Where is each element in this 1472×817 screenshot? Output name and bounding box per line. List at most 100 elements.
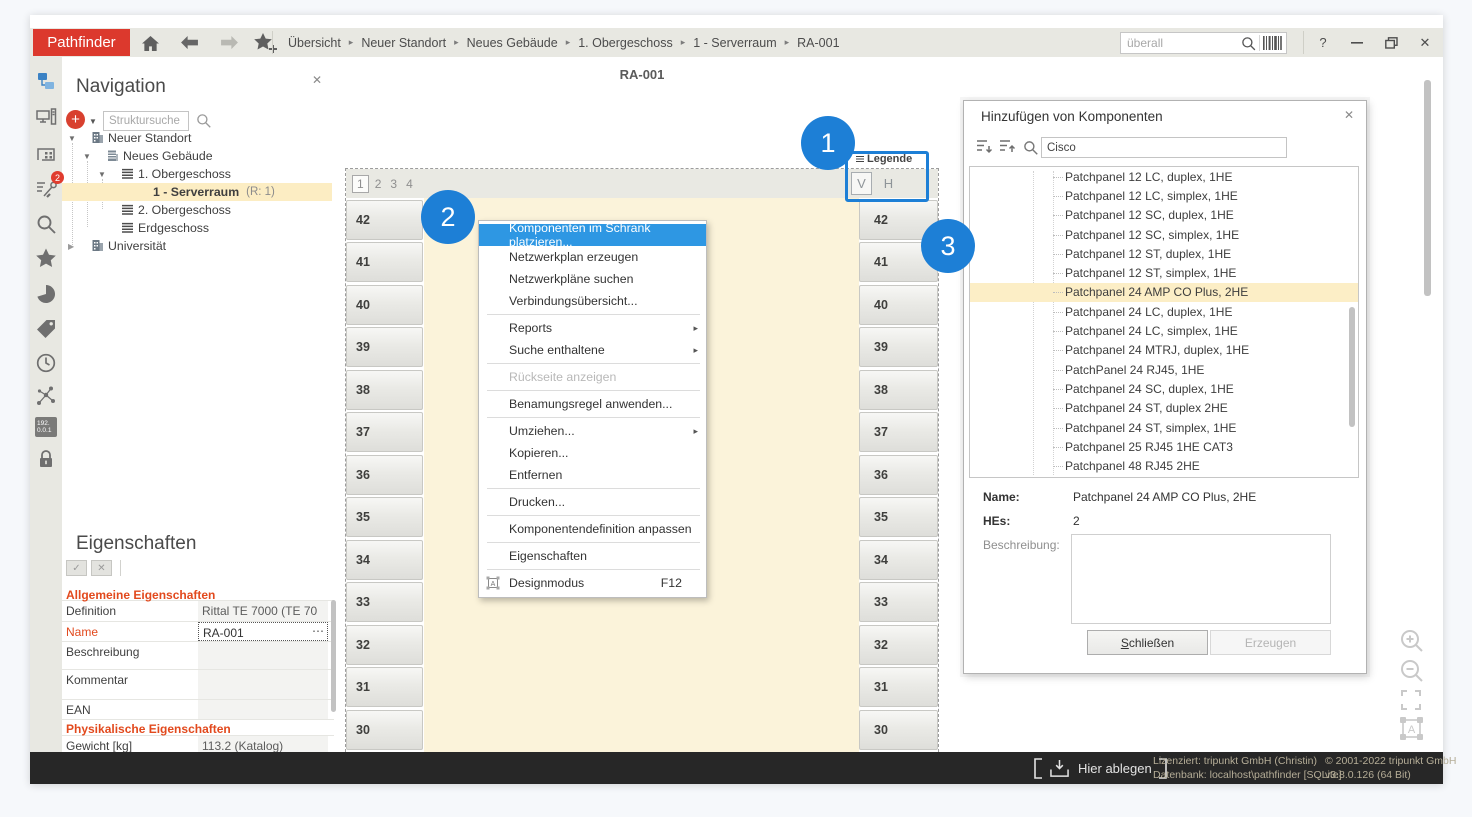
breadcrumb-item[interactable]: RA-001	[792, 36, 844, 50]
rack-unit-cell[interactable]: 38	[859, 370, 938, 410]
tree-item-erdgeschoss[interactable]: Erdgeschoss	[62, 219, 332, 237]
breadcrumb-item[interactable]: Neuer Standort	[356, 36, 451, 50]
property-row[interactable]: Kommentar	[62, 670, 334, 700]
component-list-item[interactable]: Patchpanel 24 LC, duplex, 1HE	[970, 302, 1358, 321]
menu-item-rückseite-anzeigen[interactable]: Rückseite anzeigen	[479, 366, 706, 388]
menu-item-kopieren-[interactable]: Kopieren...	[479, 442, 706, 464]
menu-item-reports[interactable]: Reports▸	[479, 317, 706, 339]
property-value[interactable]: Rittal TE 7000 (TE 70	[198, 601, 328, 621]
rack-unit-cell[interactable]: 42	[346, 200, 423, 240]
tree-item-2-obergeschoss[interactable]: 2. Obergeschoss	[62, 201, 332, 219]
sidebar-item-search[interactable]	[34, 212, 58, 236]
component-search-field[interactable]	[1041, 137, 1287, 158]
restore-button[interactable]	[1376, 28, 1406, 57]
property-value[interactable]: RA-001⋯	[198, 622, 328, 641]
add-structure-button[interactable]: +	[66, 110, 85, 129]
rack-unit-cell[interactable]: 32	[346, 625, 423, 665]
breadcrumb-item[interactable]: Übersicht	[283, 36, 346, 50]
description-textarea[interactable]	[1071, 534, 1331, 624]
component-list-item[interactable]: Patchpanel 24 AMP CO Plus, 2HE	[970, 283, 1358, 302]
property-row[interactable]: DefinitionRittal TE 7000 (TE 70	[62, 601, 334, 622]
component-list-item[interactable]: Patchpanel 12 SC, duplex, 1HE	[970, 206, 1358, 225]
breadcrumb-item[interactable]: 1. Obergeschoss	[573, 36, 678, 50]
navigation-close-icon[interactable]: ✕	[312, 73, 322, 87]
component-list-item[interactable]: PatchPanel 24 RJ45, 1HE	[970, 360, 1358, 379]
tree-item-neuer-standort[interactable]: ▼Neuer Standort	[62, 129, 332, 147]
menu-item-netzwerkpläne-suchen[interactable]: Netzwerkpläne suchen	[479, 268, 706, 290]
search-input[interactable]	[1121, 36, 1241, 50]
sidebar-item-statistics[interactable]	[34, 282, 58, 306]
global-search[interactable]	[1120, 32, 1287, 54]
canvas-scrollbar[interactable]	[1424, 80, 1431, 296]
sidebar-item-history[interactable]	[34, 351, 58, 375]
component-list-item[interactable]: Patchpanel 25 RJ45 1HE CAT3	[970, 437, 1358, 456]
rack-unit-cell[interactable]: 34	[859, 540, 938, 580]
structure-search-field[interactable]	[103, 111, 189, 131]
menu-item-verbindungsübersicht-[interactable]: Verbindungsübersicht...	[479, 290, 706, 312]
barcode-scan-icon[interactable]	[1263, 36, 1282, 50]
component-search-input[interactable]	[1042, 138, 1286, 157]
sidebar-item-topology[interactable]	[34, 384, 58, 408]
tree-expander-icon[interactable]: ▼	[68, 134, 76, 143]
rack-unit-cell[interactable]: 37	[346, 412, 423, 452]
close-button[interactable]: ✕	[1410, 28, 1440, 57]
tree-item-neues-gebäude[interactable]: ▼Neues Gebäude	[62, 147, 332, 165]
menu-item-suche-enthaltene[interactable]: Suche enthaltene▸	[479, 339, 706, 361]
breadcrumb-item[interactable]: Neues Gebäude	[462, 36, 563, 50]
home-button[interactable]	[139, 33, 161, 53]
rack-unit-cell[interactable]: 33	[859, 582, 938, 622]
component-list-item[interactable]: Patchpanel 24 LC, simplex, 1HE	[970, 321, 1358, 340]
structure-search-input[interactable]	[104, 112, 188, 130]
rack-unit-cell[interactable]: 31	[859, 667, 938, 707]
rack-unit-cell[interactable]: 32	[859, 625, 938, 665]
rack-unit-cell[interactable]: 31	[346, 667, 423, 707]
rack-unit-cell[interactable]: 30	[859, 710, 938, 750]
property-row[interactable]: EAN	[62, 700, 334, 720]
rack-unit-cell[interactable]: 40	[346, 285, 423, 325]
rack-view-number[interactable]: 1	[352, 175, 369, 193]
rack-unit-cell[interactable]: 33	[346, 582, 423, 622]
component-list-item[interactable]: Patchpanel 12 ST, simplex, 1HE	[970, 263, 1358, 282]
component-list-scrollbar[interactable]	[1349, 307, 1355, 427]
tree-item-1-serverraum[interactable]: 1 - Serverraum(R: 1)	[62, 183, 332, 201]
menu-item-designmodus[interactable]: ADesignmodusF12	[479, 572, 706, 594]
rack-unit-cell[interactable]: 40	[859, 285, 938, 325]
properties-scrollbar[interactable]	[331, 600, 336, 712]
more-options-button[interactable]: ⋯	[312, 624, 325, 638]
sidebar-item-floorplan[interactable]	[34, 141, 58, 165]
property-row[interactable]: Gewicht [kg]113.2 (Katalog)	[62, 736, 334, 752]
add-favorite-button[interactable]	[252, 31, 280, 55]
sidebar-item-tasks[interactable]: 2	[34, 176, 58, 200]
property-value[interactable]	[198, 670, 328, 699]
rack-view-number[interactable]: 3	[390, 177, 397, 191]
menu-item-umziehen-[interactable]: Umziehen...▸	[479, 420, 706, 442]
design-mode-button[interactable]: A	[1399, 716, 1425, 742]
help-button[interactable]: ?	[1308, 28, 1338, 57]
component-search-icon[interactable]	[1023, 140, 1038, 158]
expand-all-icon[interactable]	[976, 139, 993, 157]
component-list-item[interactable]: Patchpanel 24 SC, duplex, 1HE	[970, 379, 1358, 398]
component-list-item[interactable]: Patchpanel 12 ST, duplex, 1HE	[970, 244, 1358, 263]
zoom-in-button[interactable]	[1399, 628, 1425, 654]
menu-item-komponenten-im-schrank-platzieren-[interactable]: Komponenten im Schrank platzieren...	[479, 224, 706, 246]
rack-unit-cell[interactable]: 34	[346, 540, 423, 580]
rack-unit-cell[interactable]: 41	[346, 242, 423, 282]
rack-unit-cell[interactable]: 35	[346, 497, 423, 537]
sidebar-item-ip-addresses[interactable]: 192.0.0.1	[34, 415, 58, 439]
rack-unit-cell[interactable]: 39	[346, 327, 423, 367]
sidebar-item-workstation[interactable]	[34, 105, 58, 129]
sidebar-item-tags[interactable]	[34, 317, 58, 341]
property-row[interactable]: NameRA-001⋯	[62, 622, 334, 642]
search-icon[interactable]	[1241, 36, 1256, 51]
menu-item-entfernen[interactable]: Entfernen	[479, 464, 706, 486]
rack-unit-cell[interactable]: 39	[859, 327, 938, 367]
forward-button[interactable]	[218, 34, 241, 51]
rack-view-numbers[interactable]: 1234	[352, 175, 422, 193]
menu-item-netzwerkplan-erzeugen[interactable]: Netzwerkplan erzeugen	[479, 246, 706, 268]
tree-item-1-obergeschoss[interactable]: ▼1. Obergeschoss	[62, 165, 332, 183]
property-value[interactable]	[198, 700, 328, 719]
component-list-item[interactable]: Patchpanel 48 RJ45 2HE	[970, 456, 1358, 475]
component-list-item[interactable]: Patchpanel 12 LC, duplex, 1HE	[970, 167, 1358, 186]
rack-unit-cell[interactable]: 37	[859, 412, 938, 452]
menu-item-eigenschaften[interactable]: Eigenschaften	[479, 545, 706, 567]
